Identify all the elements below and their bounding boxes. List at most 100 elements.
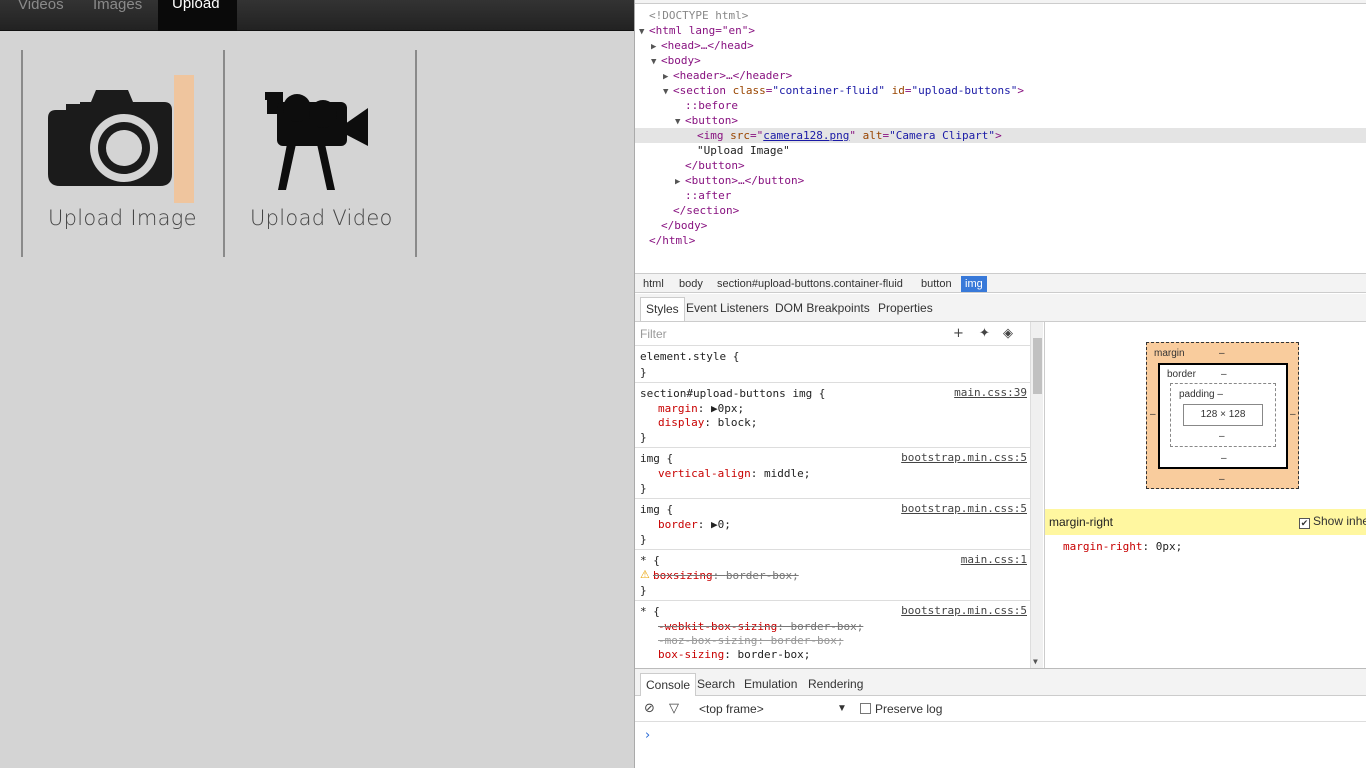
nav-item-upload-label: Upload [172, 0, 220, 12]
new-style-rule-icon[interactable]: + [953, 326, 964, 341]
web-page: Videos Images Upload Upload Image Upload… [0, 0, 634, 768]
upload-image-button[interactable]: Upload Image [23, 50, 223, 257]
style-property-overridden[interactable]: -webkit-box-sizing: border-box; [658, 619, 863, 634]
dom-line-before[interactable]: ::before [685, 98, 738, 113]
rule-source-link[interactable]: main.css:39 [954, 386, 1027, 399]
console-prompt[interactable]: › [645, 728, 650, 743]
dom-line-button[interactable]: ▼ <button> [675, 113, 738, 128]
breadcrumb-button[interactable]: button [917, 276, 956, 292]
tab-console[interactable]: Console [640, 673, 697, 696]
dom-line-after[interactable]: ::after [685, 188, 731, 203]
styles-scrollbar[interactable]: ▼ [1030, 322, 1043, 668]
border-bottom-value[interactable]: – [1221, 453, 1227, 464]
margin-top-value[interactable]: – [1219, 348, 1225, 359]
clear-console-icon[interactable]: ⊘ [644, 701, 655, 716]
tab-event-listeners[interactable]: Event Listeners [681, 297, 774, 321]
filter-icon[interactable]: ▽ [669, 701, 679, 716]
margin-bottom-value[interactable]: – [1219, 474, 1225, 485]
dom-line-body-close[interactable]: </body> [661, 218, 707, 233]
divider [415, 50, 417, 257]
chevron-down-icon[interactable]: ▼ [837, 703, 847, 714]
expand-arrow-icon[interactable]: ▼ [639, 25, 649, 40]
rule-source-link[interactable]: bootstrap.min.css:5 [901, 604, 1027, 617]
checkbox-unchecked-icon[interactable] [860, 703, 871, 714]
breadcrumb-body[interactable]: body [675, 276, 707, 292]
dom-line-section-close[interactable]: </section> [673, 203, 739, 218]
pin-icon[interactable]: ✦ [979, 326, 990, 341]
rule-source-link[interactable]: bootstrap.min.css:5 [901, 451, 1027, 464]
style-property[interactable]: box-sizing: border-box; [658, 647, 810, 662]
dom-line-head[interactable]: ▶ <head>…</head> [651, 38, 754, 53]
rule-selector[interactable]: * { [640, 604, 660, 619]
dom-line-html-close[interactable]: </html> [649, 233, 695, 248]
style-rule: * { main.css:1 ⚠ boxsizing: border-box; … [635, 550, 1030, 601]
computed-filter-input[interactable]: margin-right [1049, 515, 1113, 529]
dom-line-button-close[interactable]: </button> [685, 158, 745, 173]
computed-property[interactable]: margin-right: 0px; [1063, 539, 1182, 554]
scrollbar-thumb[interactable] [1033, 338, 1042, 394]
dom-line-img-selected[interactable]: <img src="camera128.png" alt="Camera Cli… [635, 128, 1366, 143]
rule-selector[interactable]: img { [640, 502, 673, 517]
preserve-log-checkbox[interactable]: Preserve log [860, 702, 942, 716]
dom-line-button2[interactable]: ▶ <button>…</button> [675, 173, 804, 188]
rule-close-brace: } [640, 366, 647, 379]
box-model-border[interactable]: border – – padding – 128 × 128 – [1158, 363, 1288, 469]
rule-selector[interactable]: section#upload-buttons img { [640, 386, 825, 401]
style-property-invalid[interactable]: boxsizing: border-box; [653, 568, 799, 583]
show-inherited-checkbox[interactable]: ✔ Show inhe [1299, 514, 1366, 529]
tab-search[interactable]: Search [692, 673, 740, 696]
nav-item-upload[interactable]: Upload [158, 0, 237, 31]
video-camera-icon [265, 92, 368, 190]
rule-selector[interactable]: img { [640, 451, 673, 466]
style-property[interactable]: border: ▶0; [658, 517, 731, 532]
img-src-link[interactable]: camera128.png [763, 129, 849, 142]
margin-highlight-overlay [174, 75, 194, 203]
expand-arrow-icon[interactable]: ▼ [663, 85, 673, 100]
collapse-arrow-icon[interactable]: ▶ [675, 175, 685, 190]
box-model-padding[interactable]: padding – 128 × 128 – [1170, 383, 1276, 447]
warning-icon: ⚠ [640, 568, 650, 581]
frame-selector[interactable]: <top frame> [699, 702, 764, 716]
margin-right-value[interactable]: – [1290, 409, 1296, 420]
styles-filter-row: Filter + ✦ ◈ [635, 322, 1030, 346]
box-model-content[interactable]: 128 × 128 [1183, 404, 1263, 426]
dom-line-body[interactable]: ▼ <body> [651, 53, 701, 68]
border-top-value[interactable]: – [1221, 369, 1227, 380]
border-label: border [1167, 369, 1196, 380]
metrics-pane: margin – – – – border – – padding – 128 … [1044, 322, 1366, 668]
upload-video-button[interactable]: Upload Video [225, 50, 415, 257]
dom-line-text[interactable]: "Upload Image" [697, 143, 790, 158]
margin-left-value[interactable]: – [1150, 409, 1156, 420]
scroll-down-icon[interactable]: ▼ [1033, 657, 1038, 666]
dom-line-doctype[interactable]: <!DOCTYPE html> [649, 8, 748, 23]
dom-line-header[interactable]: ▶ <header>…</header> [663, 68, 792, 83]
tab-emulation[interactable]: Emulation [739, 673, 802, 696]
toggle-state-icon[interactable]: ◈ [1003, 326, 1013, 341]
dom-line-section[interactable]: ▼ <section class="container-fluid" id="up… [663, 83, 1024, 98]
padding-bottom-value[interactable]: – [1219, 431, 1225, 442]
styles-filter-input[interactable]: Filter [640, 327, 667, 341]
box-model-margin[interactable]: margin – – – – border – – padding – 128 … [1146, 342, 1299, 489]
tab-rendering[interactable]: Rendering [803, 673, 868, 696]
expand-arrow-icon[interactable]: ▼ [651, 55, 661, 70]
style-property[interactable]: display: block; [658, 415, 757, 430]
breadcrumb-section[interactable]: section#upload-buttons.container-fluid [713, 276, 907, 292]
style-rule: element.style { } [635, 346, 1030, 383]
style-property[interactable]: vertical-align: middle; [658, 466, 810, 481]
nav-item-videos[interactable]: Videos [18, 0, 64, 28]
rule-selector[interactable]: element.style { [640, 349, 739, 364]
nav-item-images[interactable]: Images [93, 0, 142, 28]
tab-styles[interactable]: Styles [640, 297, 685, 321]
breadcrumb-img[interactable]: img [961, 276, 987, 292]
dom-line-html[interactable]: ▼ <html lang="en"> [639, 23, 755, 38]
rule-selector[interactable]: * { [640, 553, 660, 568]
rule-source-link[interactable]: bootstrap.min.css:5 [901, 502, 1027, 515]
style-property[interactable]: margin: ▶0px; [658, 401, 744, 416]
breadcrumb-html[interactable]: html [639, 276, 668, 292]
rule-source-link[interactable]: main.css:1 [961, 553, 1027, 566]
tab-properties[interactable]: Properties [873, 297, 938, 321]
style-property-overridden[interactable]: -moz-box-sizing: border-box; [658, 633, 843, 648]
tab-dom-breakpoints[interactable]: DOM Breakpoints [770, 297, 875, 321]
navbar: Videos Images Upload [0, 0, 634, 31]
checkbox-checked-icon[interactable]: ✔ [1299, 518, 1310, 529]
